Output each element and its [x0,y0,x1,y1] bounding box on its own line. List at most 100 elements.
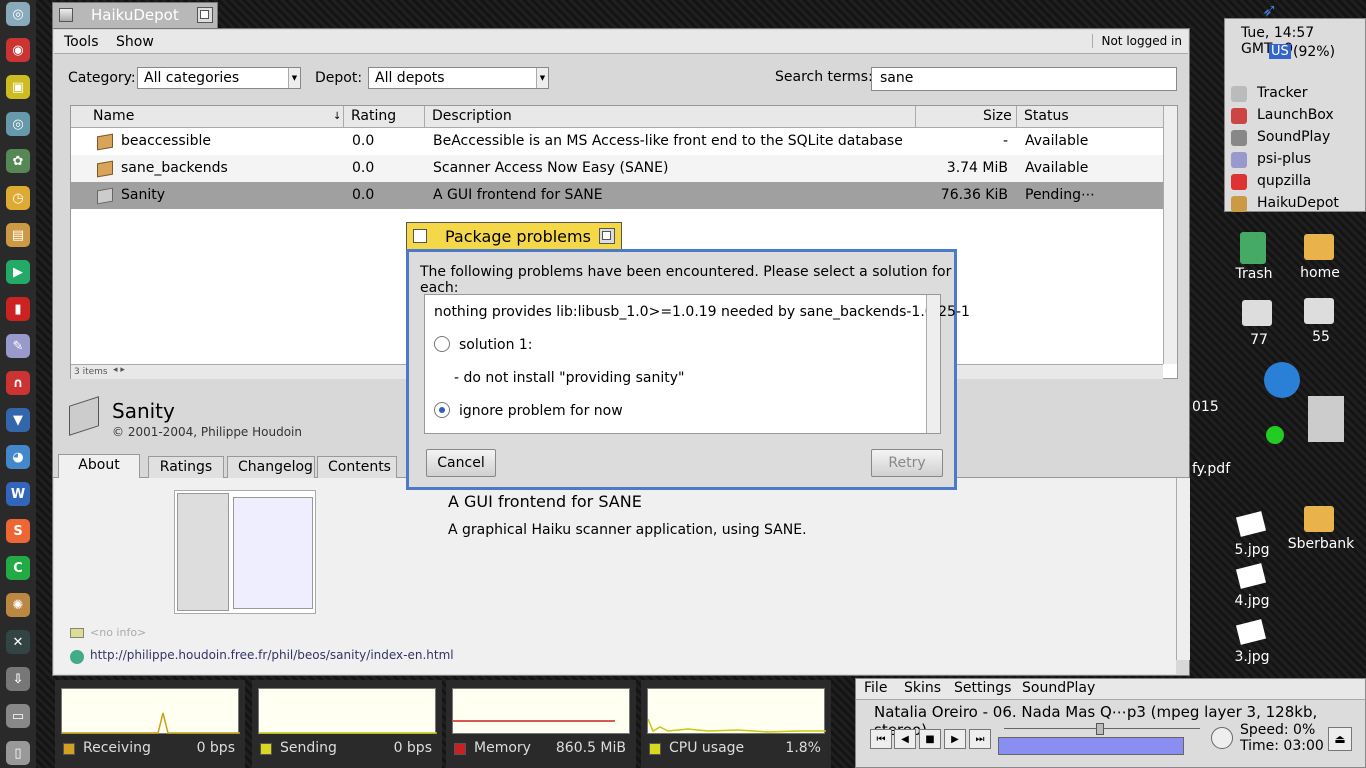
scroll-left-icon[interactable]: ◂ ▸ [113,365,125,375]
stop-icon[interactable]: ■ [919,729,941,749]
feather-icon[interactable]: ✎ [6,334,30,358]
dialog-zoom-box[interactable] [599,228,615,244]
column-status[interactable]: Status [1024,108,1069,124]
trash-icon[interactable] [1240,232,1266,264]
disk-77-label[interactable]: 77 [1244,332,1274,348]
scanner-icon [97,187,113,205]
home-label[interactable]: home [1296,265,1344,281]
file-4jpg-label[interactable]: 4.jpg [1230,593,1274,609]
eject-icon[interactable]: ⏏ [1328,727,1352,751]
psi-plus-icon [1231,152,1247,168]
receiving-swatch [63,743,75,755]
zoom-box[interactable] [197,7,213,23]
memory-value: 860.5 MiB [555,740,626,756]
solution-1-radio[interactable] [434,336,450,352]
category-dropdown[interactable]: All categories ▼ [137,67,301,89]
ignore-problem-label[interactable]: ignore problem for now [459,403,623,419]
disk-icon[interactable] [1242,300,1272,326]
cancel-button[interactable]: Cancel [426,449,496,477]
deskbar-item-qupzilla[interactable]: qupzilla [1231,171,1361,193]
sberbank-folder-icon[interactable] [1304,506,1334,532]
disk-55-label[interactable]: 55 [1306,329,1336,345]
table-row[interactable]: beaccessible 0.0 BeAccessible is an MS A… [71,128,1163,155]
home-folder-icon[interactable] [1304,234,1334,260]
column-size[interactable]: Size [983,108,1012,124]
menu-tools[interactable]: Tools [64,34,99,50]
deskbar-logo[interactable]: ➶ [1262,0,1328,21]
sp-menu-settings[interactable]: Settings [954,680,1011,696]
position-thumb[interactable] [1096,723,1104,735]
tab-contents[interactable]: Contents [317,456,397,478]
network-icon[interactable]: ◎ [6,112,30,136]
battery-status[interactable]: (92%) [1293,44,1335,60]
computer-icon[interactable]: ▯ [6,741,30,765]
play-icon[interactable]: ▶ [944,729,966,749]
solution-1-label[interactable]: solution 1: [459,337,533,353]
table-row[interactable]: sane_backends 0.0 Scanner Access Now Eas… [71,155,1163,182]
about-vertical-scrollbar[interactable] [1176,478,1190,660]
deskbar-item-tracker[interactable]: Tracker [1231,83,1361,105]
column-description[interactable]: Description [432,108,512,124]
magnet-icon[interactable]: ∩ [6,371,30,395]
column-rating[interactable]: Rating [351,108,396,124]
menu-show[interactable]: Show [116,34,154,50]
calc-icon[interactable]: C [6,556,30,580]
sp-menu-file[interactable]: File [864,680,887,696]
sp-menu-soundplay[interactable]: SoundPlay [1022,680,1095,696]
dialog-tab[interactable]: Package problems [406,222,622,250]
lock-icon[interactable]: ▣ [6,75,30,99]
elephant-icon[interactable]: ◕ [6,445,30,469]
window-tab[interactable]: HaikuDepot [52,2,218,28]
deskbar-item-psi-plus[interactable]: psi-plus [1231,149,1361,171]
skip-back-icon[interactable]: ⏮ [870,729,892,749]
trash-label[interactable]: Trash [1232,266,1276,282]
sheet-icon[interactable]: S [6,519,30,543]
rewind-icon[interactable]: ◀ [894,729,916,749]
search-input[interactable]: sane [871,67,1177,91]
globe-icon[interactable]: ◎ [6,2,30,26]
problem-list-scrollbar[interactable] [926,295,940,433]
firefox-icon[interactable]: ◉ [6,38,30,62]
package-icon [97,133,113,151]
install-icon[interactable]: ⇩ [6,667,30,691]
homepage-link[interactable]: http://philippe.houdoin.free.fr/phil/beo… [90,648,454,662]
table-row-selected[interactable]: Sanity 0.0 A GUI frontend for SANE 76.36… [71,182,1163,209]
fire-extinguisher-icon[interactable]: ▮ [6,297,30,321]
sp-menu-skins[interactable]: Skins [904,680,941,696]
deskbar-item-soundplay[interactable]: SoundPlay [1231,127,1361,149]
package-problems-dialog: The following problems have been encount… [406,249,970,490]
tools-icon[interactable]: ✕ [6,630,30,654]
file-5jpg-label[interactable]: 5.jpg [1230,542,1274,558]
file-3jpg-label[interactable]: 3.jpg [1230,649,1274,665]
deskbar-item-haikudepot[interactable]: HaikuDepot [1231,193,1361,215]
disk-icon[interactable] [1304,298,1334,324]
deskbar-item-launchbox[interactable]: LaunchBox [1231,105,1361,127]
login-status[interactable]: Not logged in [1092,34,1182,48]
about-summary: A GUI frontend for SANE [448,492,642,511]
desktop-partial-015[interactable]: 015 [1192,399,1222,415]
skip-forward-icon[interactable]: ⏭ [969,729,991,749]
sberbank-label[interactable]: Sberbank [1286,536,1356,552]
tab-about[interactable]: About [58,454,140,479]
ignore-problem-radio[interactable] [434,402,450,418]
table-vertical-scrollbar[interactable] [1163,106,1177,364]
tab-ratings[interactable]: Ratings [148,456,224,478]
tab-changelog[interactable]: Changelog [227,456,315,478]
turtle-icon[interactable]: ✿ [6,149,30,173]
office-icon[interactable]: W [6,482,30,506]
depot-dropdown[interactable]: All depots ▼ [368,67,549,89]
column-name[interactable]: Name [93,108,134,124]
close-box[interactable] [59,8,73,22]
dialog-close-box[interactable] [413,229,427,243]
play-icon[interactable]: ▶ [6,260,30,284]
retry-button[interactable]: Retry [871,449,943,477]
usb-icon[interactable]: ▭ [6,704,30,728]
package-icon[interactable]: ▤ [6,223,30,247]
paint-icon[interactable]: ✺ [6,593,30,617]
screenshot-thumbnail[interactable] [174,490,316,614]
clock-icon[interactable]: ◷ [6,186,30,210]
vlc-icon[interactable]: ▼ [6,408,30,432]
keyboard-layout[interactable]: US [1269,44,1291,59]
desktop-partial-pdf[interactable]: fy.pdf [1192,461,1232,477]
pitch-dial-icon[interactable] [1211,727,1233,749]
